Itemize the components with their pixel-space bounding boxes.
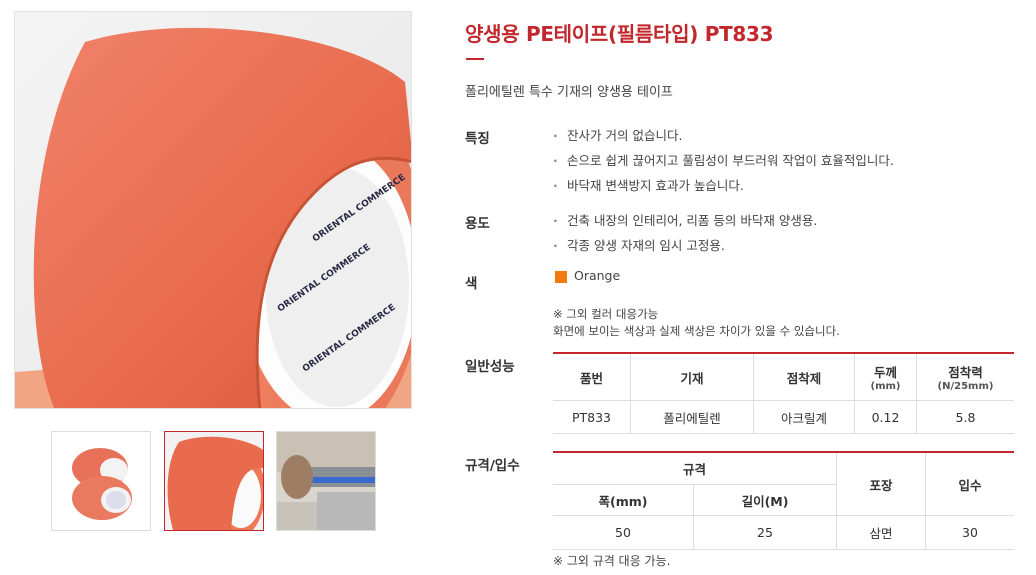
column-header: 점착제 <box>753 352 855 401</box>
table-row: PT833 폴리에틸렌 아크릴계 0.12 5.8 <box>553 400 1014 434</box>
thumbnail-single-roll[interactable] <box>164 431 264 531</box>
table-cell: 25 <box>693 515 837 550</box>
column-header-adhesion: 점착력 (N/25mm) <box>916 352 1014 401</box>
list-item: 손으로 쉽게 끊어지고 풀림성이 부드러워 작업이 효율적입니다. <box>553 151 894 176</box>
features-list: 잔사가 거의 없습니다. 손으로 쉽게 끊어지고 풀림성이 부드러워 작업이 효… <box>553 126 894 201</box>
column-header: 길이(M) <box>693 484 837 516</box>
features-label: 특징 <box>465 131 490 147</box>
table-cell: 5.8 <box>916 400 1014 434</box>
product-title: 양생용 PE테이프(필름타입) PT833 <box>465 22 774 46</box>
column-header: 포장 <box>836 451 926 516</box>
color-label: 색 <box>465 276 478 292</box>
spec-footnote: ※ 그외 규격 대응 가능. <box>553 554 671 568</box>
table-cell: 50 <box>553 515 694 550</box>
column-unit: (mm) <box>870 381 901 392</box>
list-item: 잔사가 거의 없습니다. <box>553 126 894 151</box>
column-header: 품번 <box>553 352 631 401</box>
column-header: 기재 <box>630 352 754 401</box>
thumbnail-usage-photo[interactable] <box>276 431 376 531</box>
performance-table: 품번 기재 점착제 두께 (mm) 점착력 (N/25mm) PT833 폴리에… <box>553 352 1014 434</box>
column-header: 규격 <box>553 451 837 485</box>
column-header: 폭(mm) <box>553 484 694 516</box>
table-cell: 아크릴계 <box>753 400 855 434</box>
column-header: 두께 <box>873 365 897 380</box>
table-cell: 삼면 <box>836 515 926 550</box>
color-name: Orange <box>574 268 621 283</box>
table-cell: PT833 <box>553 400 631 434</box>
color-swatch <box>555 271 567 283</box>
table-cell: 0.12 <box>854 400 917 434</box>
list-item: 건축 내장의 인테리어, 리폼 등의 바닥재 양생용. <box>553 211 817 236</box>
thumbnail-two-rolls[interactable] <box>51 431 151 531</box>
column-header: 입수 <box>925 451 1014 516</box>
main-product-image: ORIENTAL COMMERCE ORIENTAL COMMERCE ORIE… <box>14 11 412 409</box>
column-header-thickness: 두께 (mm) <box>854 352 917 401</box>
color-notes: ※ 그외 컬러 대응가능 화면에 보이는 색상과 실제 색상은 차이가 있을 수… <box>553 306 840 340</box>
color-note-alt: ※ 그외 컬러 대응가능 <box>553 307 659 321</box>
color-note-disclaimer: 화면에 보이는 색상과 실제 색상은 차이가 있을 수 있습니다. <box>553 324 840 338</box>
table-cell: 폴리에틸렌 <box>630 400 754 434</box>
table-cell: 30 <box>925 515 1014 550</box>
column-header: 점착력 <box>948 365 983 380</box>
product-description: 폴리에틸렌 특수 기재의 양생용 테이프 <box>465 85 673 100</box>
list-item: 바닥재 변색방지 효과가 높습니다. <box>553 176 894 201</box>
list-item: 각종 양생 자재의 임시 고정용. <box>553 236 817 261</box>
spec-table: 규격 포장 입수 폭(mm) 길이(M) 50 25 삼면 30 <box>553 451 1014 550</box>
spec-label: 규격/입수 <box>465 458 520 474</box>
usage-label: 용도 <box>465 216 490 232</box>
column-unit: (N/25mm) <box>937 381 994 392</box>
title-underline <box>466 58 484 60</box>
usage-list: 건축 내장의 인테리어, 리폼 등의 바닥재 양생용. 각종 양생 자재의 임시… <box>553 211 817 261</box>
table-row: 50 25 삼면 30 <box>553 515 1014 550</box>
performance-label: 일반성능 <box>465 359 515 375</box>
